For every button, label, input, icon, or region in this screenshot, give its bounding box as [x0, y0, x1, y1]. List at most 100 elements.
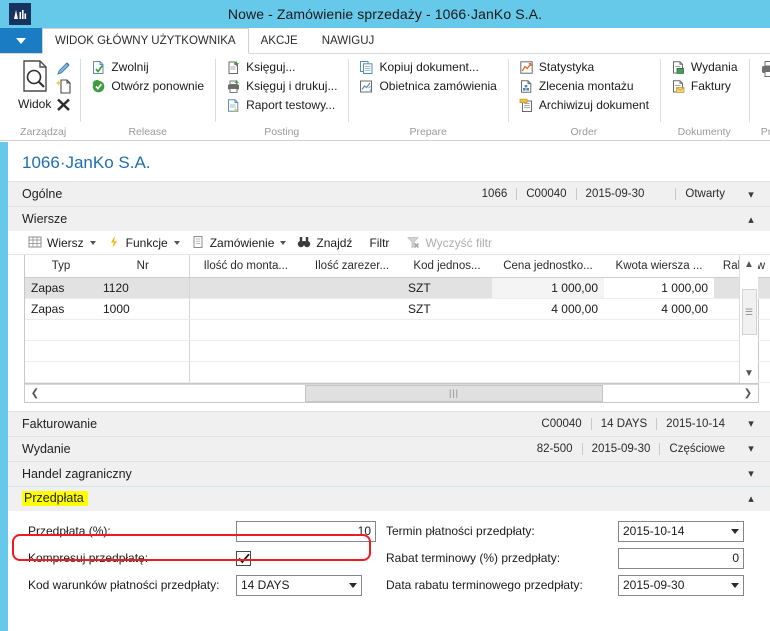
chevron-down-icon[interactable]: ▾: [742, 417, 760, 430]
prepayment-discount-date-select[interactable]: 2015-09-30: [618, 574, 744, 596]
grid-vertical-scrollbar[interactable]: ▲ ☰ ▼: [739, 255, 758, 383]
cell-ilosc-do-montazu[interactable]: [188, 361, 302, 383]
cell-kod-jednostki[interactable]: SZT: [402, 277, 492, 299]
raport-testowy-button[interactable]: Raport testowy...: [223, 96, 340, 114]
cell-ilosc-do-montazu[interactable]: [188, 319, 302, 341]
view-button[interactable]: Widok: [14, 58, 55, 112]
cell-typ[interactable]: Zapas: [25, 298, 97, 320]
zwolnij-button[interactable]: Zwolnij: [88, 58, 207, 76]
cell-cena-jednostkowa[interactable]: [492, 340, 604, 362]
new-page-icon[interactable]: [55, 78, 72, 95]
cell-nr[interactable]: [97, 361, 189, 383]
cell-ilosc-zarezerwowana[interactable]: [302, 277, 402, 299]
otworz-ponownie-button[interactable]: Otwórz ponownie: [88, 77, 207, 95]
chevron-down-icon[interactable]: ▾: [742, 442, 760, 455]
prepayment-payment-terms-select[interactable]: 14 DAYS: [236, 574, 362, 596]
cell-typ[interactable]: [25, 340, 97, 362]
fasttab-wydanie[interactable]: Wydanie 82-500 2015-09-30 Częściowe ▾: [8, 435, 770, 461]
cell-kod-jednostki[interactable]: [402, 340, 492, 362]
ksieguj-i-drukuj-button[interactable]: Księguj i drukuj...: [223, 77, 340, 95]
column-header-ilosc-do-montazu[interactable]: Ilość do monta...: [188, 255, 302, 278]
kopiuj-dokument-button[interactable]: Kopiuj dokument...: [356, 58, 499, 76]
table-row[interactable]: [25, 340, 770, 362]
grid-horizontal-scrollbar[interactable]: ❮ ||| ❯: [24, 383, 759, 403]
cell-cena-jednostkowa[interactable]: [492, 319, 604, 341]
column-header-typ[interactable]: Typ: [25, 255, 97, 278]
delete-x-icon[interactable]: [55, 96, 72, 113]
cell-kwota-wiersza[interactable]: [604, 361, 714, 383]
cell-ilosc-zarezerwowana[interactable]: [302, 340, 402, 362]
cell-ilosc-zarezerwowana[interactable]: [302, 319, 402, 341]
chevron-up-icon[interactable]: ▴: [742, 213, 760, 226]
cell-kwota-wiersza[interactable]: 4 000,00: [604, 298, 714, 320]
cell-cena-jednostkowa[interactable]: 4 000,00: [492, 298, 604, 320]
scrollbar-thumb[interactable]: ☰: [741, 289, 757, 335]
cell-nr[interactable]: 1000: [97, 298, 189, 320]
chevron-up-icon[interactable]: ▲: [740, 255, 759, 273]
prepayment-discount-percent-input[interactable]: 0: [618, 547, 744, 569]
chevron-down-icon[interactable]: ▼: [740, 365, 759, 383]
application-menu-button[interactable]: [0, 28, 42, 53]
table-row[interactable]: Zapas 1120 SZT 1 000,00 1 000,00: [25, 277, 770, 299]
column-header-nr[interactable]: Nr: [97, 255, 189, 278]
table-row[interactable]: [25, 361, 770, 383]
chevron-down-icon[interactable]: ▾: [742, 467, 760, 480]
chevron-right-icon[interactable]: ❯: [738, 385, 758, 402]
column-header-ilosc-zarezerwowana[interactable]: Ilość zarezer...: [302, 255, 402, 278]
cell-kwota-wiersza[interactable]: [604, 340, 714, 362]
zlecenia-montazu-button[interactable]: Zlecenia montażu: [516, 77, 652, 95]
wydania-button[interactable]: Wydania: [668, 58, 741, 76]
scrollbar-thumb[interactable]: |||: [305, 384, 603, 402]
tab-nawiguj[interactable]: NAWIGUJ: [310, 28, 387, 53]
cell-cena-jednostkowa[interactable]: 1 000,00: [492, 277, 604, 299]
znajdz-button[interactable]: Znajdź: [293, 233, 359, 252]
column-header-cena-jednostkowa[interactable]: Cena jednostko...: [492, 255, 604, 278]
faktury-button[interactable]: Faktury: [668, 77, 741, 95]
wiersz-menu-button[interactable]: Wiersz: [24, 233, 103, 252]
column-header-kod-jednostki[interactable]: Kod jednos...: [402, 255, 492, 278]
cell-ilosc-do-montazu[interactable]: [188, 298, 302, 320]
cell-ilosc-zarezerwowana[interactable]: [302, 361, 402, 383]
cell-kod-jednostki[interactable]: [402, 319, 492, 341]
table-row[interactable]: Zapas 1000 SZT 4 000,00 4 000,00: [25, 298, 770, 320]
cell-typ[interactable]: Zapas: [25, 277, 97, 299]
fasttab-ogolne[interactable]: Ogólne 1066 C00040 2015-09-30 Otwarty ▾: [8, 181, 770, 206]
cell-nr[interactable]: [97, 319, 189, 341]
zamowienie-menu-button[interactable]: Zamówienie: [187, 233, 294, 252]
ksieguj-button[interactable]: Księguj...: [223, 58, 340, 76]
obietnica-zamowienia-button[interactable]: ? Obietnica zamówienia: [356, 77, 499, 95]
scrollbar-track[interactable]: |||: [45, 384, 738, 402]
cell-nr[interactable]: [97, 340, 189, 362]
table-row[interactable]: [25, 319, 770, 341]
cell-kwota-wiersza[interactable]: 1 000,00: [604, 277, 714, 299]
chevron-down-icon[interactable]: ▾: [742, 188, 760, 201]
archiwizuj-dokument-button[interactable]: Archiwizuj dokument: [516, 96, 652, 114]
prepayment-percent-input[interactable]: 10: [236, 520, 376, 542]
chevron-up-icon[interactable]: ▴: [742, 492, 760, 505]
cell-ilosc-zarezerwowana[interactable]: [302, 298, 402, 320]
fasttab-handel-zagraniczny[interactable]: Handel zagraniczny ▾: [8, 460, 770, 486]
cell-ilosc-do-montazu[interactable]: [188, 277, 302, 299]
fasttab-fakturowanie[interactable]: Fakturowanie C00040 14 DAYS 2015-10-14 ▾: [8, 410, 770, 436]
funkcje-menu-button[interactable]: Funkcje: [103, 233, 187, 252]
cell-typ[interactable]: [25, 361, 97, 383]
prepayment-due-date-select[interactable]: 2015-10-14: [618, 520, 744, 542]
pencil-edit-icon[interactable]: [55, 60, 72, 77]
fasttab-przedplata[interactable]: Przedpłata ▴: [8, 485, 770, 511]
cell-kod-jednostki[interactable]: SZT: [402, 298, 492, 320]
cell-kod-jednostki[interactable]: [402, 361, 492, 383]
cell-typ[interactable]: [25, 319, 97, 341]
chevron-left-icon[interactable]: ❮: [25, 385, 45, 402]
cell-nr[interactable]: 1120: [97, 277, 189, 299]
compress-prepayment-checkbox[interactable]: [236, 550, 251, 566]
drukuj-button[interactable]: [757, 58, 770, 79]
filtr-button[interactable]: Filtr: [359, 234, 396, 252]
cell-cena-jednostkowa[interactable]: [492, 361, 604, 383]
cell-ilosc-do-montazu[interactable]: [188, 340, 302, 362]
tab-widok-glowny-uzytkownika[interactable]: WIDOK GŁÓWNY UŻYTKOWNIKA: [42, 28, 249, 54]
tab-akcje[interactable]: AKCJE: [249, 28, 310, 53]
cell-kwota-wiersza[interactable]: [604, 319, 714, 341]
column-header-kwota-wiersza[interactable]: Kwota wiersza ...: [604, 255, 714, 278]
statystyka-button[interactable]: Statystyka: [516, 58, 652, 76]
fasttab-wiersze[interactable]: Wiersze ▴: [8, 206, 770, 231]
